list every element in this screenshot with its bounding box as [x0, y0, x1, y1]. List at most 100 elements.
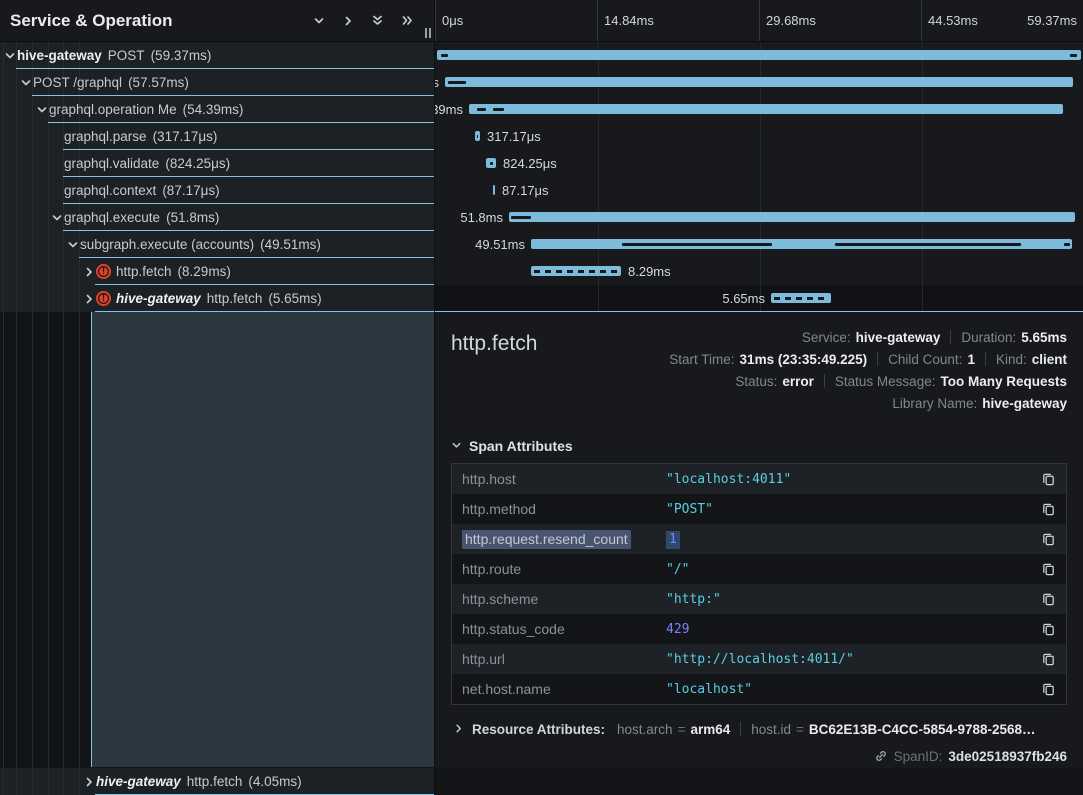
- copy-icon[interactable]: [1041, 532, 1056, 547]
- span-bar[interactable]: [771, 293, 831, 303]
- span-bar[interactable]: [486, 158, 496, 168]
- bar-duration-label: 317.17μs: [487, 123, 541, 150]
- span-timeline-cell[interactable]: [435, 42, 1083, 69]
- span-tree-cell[interactable]: POST /graphql(57.57ms): [0, 69, 435, 96]
- span-duration: (51.8ms): [166, 210, 219, 225]
- bar-duration-label: 824.25μs: [503, 150, 557, 177]
- span-row[interactable]: subgraph.execute (accounts)(49.51ms) 49.5…: [0, 231, 1083, 258]
- span-bar[interactable]: [531, 239, 1072, 249]
- link-icon[interactable]: [874, 749, 888, 763]
- span-row[interactable]: graphql.context(87.17μs)87.17μs: [0, 177, 1083, 204]
- span-service-name: hive-gateway: [17, 48, 102, 63]
- collapse-all-icon[interactable]: [371, 14, 384, 27]
- child-span-marker: [441, 54, 448, 57]
- resource-attributes-row[interactable]: Resource Attributes: host.arch=arm64host…: [451, 715, 1067, 743]
- span-tree-cell[interactable]: !http.fetch(8.29ms): [0, 258, 435, 285]
- meta-value: hive-gateway: [982, 396, 1067, 411]
- span-tree-cell[interactable]: graphql.execute(51.8ms): [0, 204, 435, 231]
- span-attributes-section-header[interactable]: Span Attributes: [451, 438, 1067, 454]
- expand-all-icon[interactable]: [401, 14, 414, 27]
- attribute-row[interactable]: http.scheme"http:": [452, 584, 1066, 614]
- copy-icon[interactable]: [1041, 472, 1056, 487]
- span-row[interactable]: graphql.execute(51.8ms) 51.8ms: [0, 204, 1083, 231]
- service-operation-header: Service & Operation: [0, 0, 435, 42]
- span-label: graphql.execute(51.8ms): [0, 210, 219, 225]
- row-underline: [63, 203, 434, 204]
- attribute-value: "POST": [666, 502, 713, 517]
- span-timeline-cell[interactable]: 87.17μs: [435, 177, 1083, 204]
- meta-value: client: [1032, 352, 1067, 367]
- meta-label: Service:: [802, 330, 851, 345]
- span-operation-name: http.fetch: [116, 264, 172, 279]
- span-bar[interactable]: [445, 77, 1073, 87]
- resource-key: host.id: [751, 722, 791, 737]
- tree-expanded-area: [0, 312, 435, 768]
- attribute-key: http.scheme: [462, 591, 654, 607]
- meta-value: hive-gateway: [856, 330, 941, 345]
- span-meta-line: Service:hive-gatewayDuration:5.65ms: [669, 326, 1067, 348]
- span-row[interactable]: graphql.operation Me(54.39ms)54.39ms: [0, 96, 1083, 123]
- span-operation-name: POST: [108, 48, 145, 63]
- collapse-one-icon[interactable]: [313, 15, 325, 27]
- span-tree-cell[interactable]: subgraph.execute (accounts)(49.51ms): [0, 231, 435, 258]
- selected-span-expanded-region[interactable]: [91, 312, 434, 767]
- attribute-row[interactable]: net.host.name"localhost": [452, 674, 1066, 704]
- meta-label: Status Message:: [835, 374, 936, 389]
- attribute-row[interactable]: http.status_code429: [452, 614, 1066, 644]
- span-row[interactable]: hive-gatewayhttp.fetch(4.05ms)4.05ms: [0, 768, 435, 795]
- attribute-row[interactable]: http.method"POST": [452, 494, 1066, 524]
- attribute-row[interactable]: http.route"/": [452, 554, 1066, 584]
- span-tree-cell[interactable]: graphql.operation Me(54.39ms): [0, 96, 435, 123]
- span-tree-cell[interactable]: graphql.parse(317.17μs): [0, 123, 435, 150]
- span-attributes-title: Span Attributes: [469, 438, 573, 454]
- span-bar[interactable]: [437, 50, 1081, 60]
- span-bar[interactable]: [493, 185, 495, 195]
- span-label: subgraph.execute (accounts)(49.51ms): [0, 237, 321, 252]
- span-row[interactable]: graphql.validate(824.25μs) 824.25μs: [0, 150, 1083, 177]
- span-row[interactable]: graphql.parse(317.17μs) 317.17μs: [0, 123, 1083, 150]
- attribute-row[interactable]: http.request.resend_count1: [452, 524, 1066, 554]
- span-meta-line: Start Time:31ms (23:35:49.225)Child Coun…: [669, 348, 1067, 370]
- span-tree-cell[interactable]: hive-gatewayhttp.fetch(4.05ms): [0, 768, 435, 795]
- copy-icon[interactable]: [1041, 682, 1056, 697]
- span-service-name: hive-gateway: [96, 774, 181, 789]
- span-timeline-cell[interactable]: 824.25μs: [435, 150, 1083, 177]
- copy-icon[interactable]: [1041, 502, 1056, 517]
- span-timeline-cell[interactable]: 54.39ms: [435, 96, 1083, 123]
- copy-icon[interactable]: [1041, 592, 1056, 607]
- span-tree-cell[interactable]: graphql.validate(824.25μs): [0, 150, 435, 177]
- span-row[interactable]: !http.fetch(8.29ms) 8.29ms: [0, 258, 1083, 285]
- span-row[interactable]: hive-gatewayPOST(59.37ms): [0, 42, 1083, 69]
- ruler-tick: 0μs: [435, 0, 597, 41]
- span-timeline-cell[interactable]: 8.29ms: [435, 258, 1083, 285]
- meta-separator: [950, 330, 951, 344]
- span-tree-cell[interactable]: graphql.context(87.17μs): [0, 177, 435, 204]
- span-bar[interactable]: [509, 212, 1075, 222]
- span-id-row: SpanID: 3de02518937fb246: [451, 743, 1067, 768]
- expand-one-icon[interactable]: [342, 15, 354, 27]
- span-tree-cell[interactable]: hive-gatewayPOST(59.37ms): [0, 42, 435, 69]
- span-bar[interactable]: [469, 104, 1063, 114]
- span-row[interactable]: !hive-gatewayhttp.fetch(5.65ms)5.65ms: [0, 285, 1083, 312]
- resource-attributes-values: host.arch=arm64host.id=BC62E13B-C4CC-585…: [617, 722, 1036, 737]
- span-row[interactable]: POST /graphql(57.57ms)57.57ms: [0, 69, 1083, 96]
- span-timeline-cell[interactable]: 49.51ms: [435, 231, 1083, 258]
- span-operation-name: graphql.validate: [64, 156, 159, 171]
- copy-icon[interactable]: [1041, 622, 1056, 637]
- resource-key: host.arch: [617, 722, 673, 737]
- attribute-row[interactable]: http.url"http://localhost:4011/": [452, 644, 1066, 674]
- span-operation-name: graphql.operation Me: [49, 102, 177, 117]
- span-timeline-cell[interactable]: 5.65ms: [435, 285, 1083, 312]
- span-timeline-cell[interactable]: 51.8ms: [435, 204, 1083, 231]
- copy-icon[interactable]: [1041, 562, 1056, 577]
- attribute-value: "localhost": [666, 682, 752, 697]
- attribute-row[interactable]: http.host"localhost:4011": [452, 464, 1066, 494]
- bar-duration-label: 8.29ms: [628, 258, 671, 285]
- span-timeline-cell[interactable]: 57.57ms: [435, 69, 1083, 96]
- span-bar[interactable]: [475, 131, 480, 141]
- span-bar[interactable]: [531, 266, 621, 276]
- span-tree-cell[interactable]: !hive-gatewayhttp.fetch(5.65ms): [0, 285, 435, 312]
- copy-icon[interactable]: [1041, 652, 1056, 667]
- panel-resize-handle[interactable]: [425, 28, 431, 38]
- span-timeline-cell[interactable]: 317.17μs: [435, 123, 1083, 150]
